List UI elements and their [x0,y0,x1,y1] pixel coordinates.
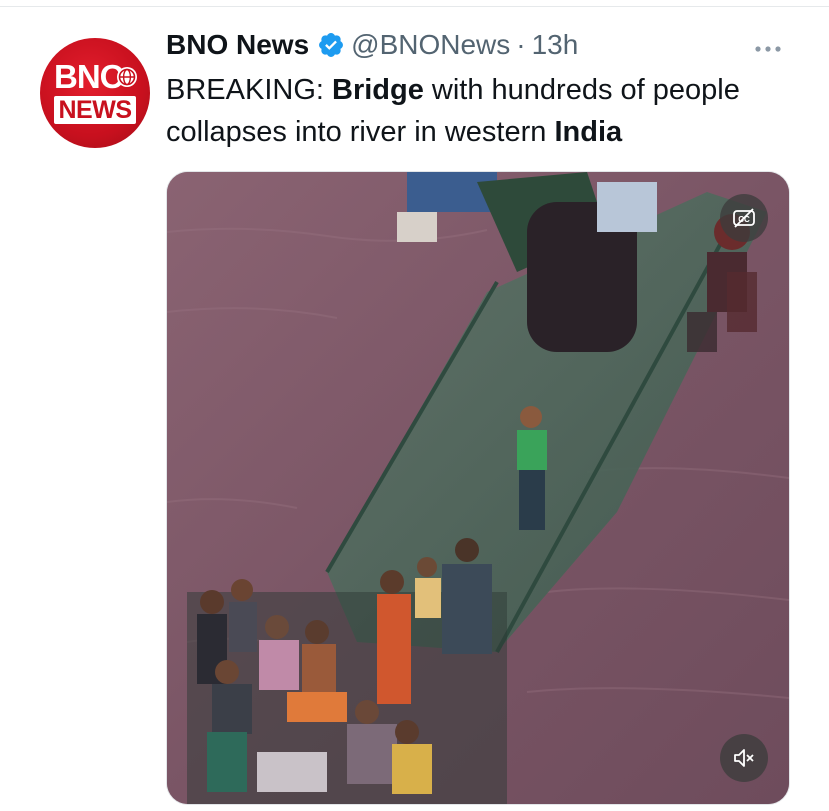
header-separator: · [516,29,526,60]
video-frame [167,172,789,804]
mute-button[interactable] [720,734,768,782]
user-handle[interactable]: @BNONews [351,29,510,61]
tweet-header: BNO News @BNONews · 13h [166,27,578,63]
video-player[interactable]: CC [166,171,790,805]
captions-button[interactable]: CC [720,194,768,242]
display-name[interactable]: BNO News [166,29,309,61]
avatar[interactable]: BNO NEWS [40,38,150,148]
tweet-text: BREAKING: Bridge with hundreds of people… [166,69,806,153]
tweet-text-bold: Bridge [332,74,424,106]
captions-off-icon: CC [733,208,755,228]
globe-icon [117,67,137,87]
avatar-logo-text: BNO [54,58,125,95]
top-divider [0,0,829,7]
timestamp[interactable]: 13h [532,29,579,61]
avatar-logo-banner: NEWS [54,96,136,124]
more-horizontal-icon[interactable] [750,37,790,61]
verified-badge-icon [319,33,344,57]
muted-speaker-icon [734,749,754,767]
avatar-logo-subtext: NEWS [58,96,133,124]
tweet-text-bold: India [554,116,623,148]
tweet-text-segment: BREAKING: [166,74,332,106]
tweet-card[interactable]: BNO NEWS BNO News @BNONews · 13h BREAKIN… [0,7,829,811]
